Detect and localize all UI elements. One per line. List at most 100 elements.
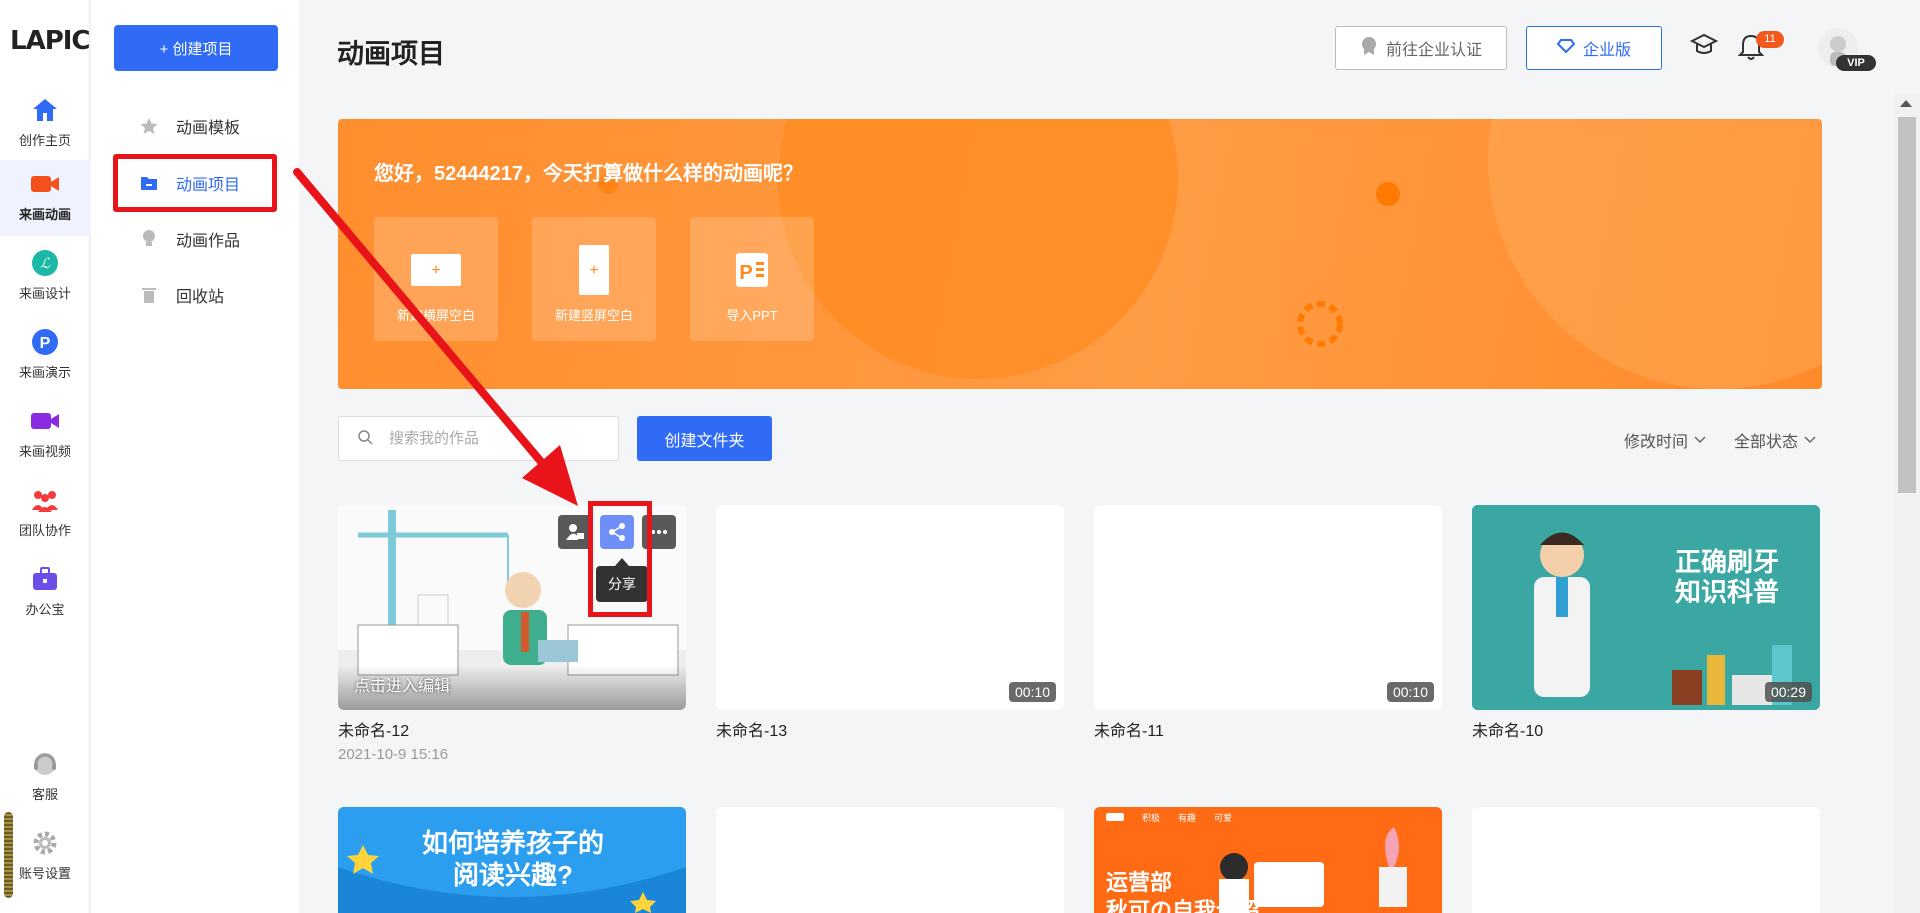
sidebar-item-projects[interactable]: 动画项目 [114,159,278,207]
rail-label: 来画演示 [18,366,71,381]
search-icon [357,429,373,449]
rail-item-service[interactable]: 客服 [0,740,90,816]
thumbnail-nav-item: 有趣 [1178,813,1197,823]
present-icon: P [29,326,61,358]
sidebar-item-works[interactable]: 动画作品 [114,215,278,263]
rail-label: 来画动画 [18,208,71,223]
sidebar-item-label: 回收站 [176,289,225,306]
thumbnail-title-line: 知识科普 [1674,577,1779,607]
scrollbar-thumb[interactable] [1898,117,1916,493]
enterprise-edition-label: 企业版 [1582,42,1631,59]
video-icon [29,405,61,437]
rail-label: 客服 [31,788,58,803]
share-tooltip: 分享 [596,566,648,602]
enterprise-cert-label: 前往企业认证 [1385,42,1482,59]
trash-icon [138,286,160,304]
quick-action-label: 新建横屏空白 [396,308,475,323]
rail-item-present[interactable]: P 来画演示 [0,318,90,394]
project-thumbnail[interactable]: 00:10 [1094,505,1442,710]
share-icon [609,523,625,541]
rail-label: 团队协作 [18,524,71,539]
rail-item-design[interactable]: ℒ 来画设计 [0,239,90,315]
project-name: 未命名-13 [716,723,788,740]
duration-badge: 00:10 [1008,682,1056,702]
chevron-down-icon [1694,431,1706,449]
new-portrait-blank-button[interactable]: + 新建竖屏空白 [532,217,656,341]
rail-item-settings[interactable]: 账号设置 [0,819,90,895]
thumbnail-title-line: 阅读兴趣? [453,860,573,890]
project-card[interactable]: 点击进入编辑 未命名-12 2021-10-9 15:16 [338,505,686,763]
new-landscape-blank-button[interactable]: + 新建横屏空白 [374,217,498,341]
rail-item-office[interactable]: 办公宝 [0,555,90,631]
certificate-icon [1360,36,1378,61]
quick-action-label: 新建竖屏空白 [554,308,633,323]
sidebar-item-templates[interactable]: 动画模板 [114,102,278,150]
project-card[interactable] [716,807,1064,913]
briefcase-icon [29,563,61,595]
project-thumbnail[interactable]: 00:10 [716,505,1064,710]
enterprise-cert-button[interactable]: 前往企业认证 [1335,26,1507,70]
project-name: 未命名-11 [1094,723,1164,740]
project-thumbnail[interactable]: 如何培养孩子的 阅读兴趣? [338,807,686,913]
sort-time-dropdown[interactable]: 修改时间 [1624,428,1706,452]
edit-hint: 点击进入编辑 [354,678,451,695]
card-hover-actions [558,515,676,549]
thumbnail-title-line: 秋可の自我介绍 [1106,898,1261,913]
graduation-cap-icon[interactable] [1689,33,1720,63]
rail-label: 来画视频 [18,445,71,460]
rail-item-team[interactable]: 团队协作 [0,476,90,552]
notification-count-badge: 11 [1756,31,1784,48]
create-folder-button[interactable]: 创建文件夹 [637,416,772,461]
project-card[interactable]: 积极 有趣 可爱 运营部 秋可の自我介绍 [1094,807,1442,913]
import-ppt-button[interactable]: P 导入PPT [690,217,814,341]
rail-item-animation[interactable]: 来画动画 [0,160,90,236]
share-button[interactable] [600,515,634,549]
app-logo[interactable]: LAPIC [10,26,90,56]
diamond-icon [1556,38,1576,58]
rail-label: 创作主页 [18,134,71,149]
search-box[interactable] [338,416,619,461]
sidebar-item-trash[interactable]: 回收站 [114,271,278,319]
project-thumbnail[interactable]: 正确刷牙 知识科普 00:29 [1472,505,1820,710]
tooltip-arrow [615,558,629,566]
duration-badge: 00:10 [1386,682,1434,702]
sub-sidebar: + 创建项目 动画模板 动画项目 动画作品 回收站 [91,0,299,913]
sidebar-item-label: 动画作品 [176,233,241,250]
project-card[interactable]: 如何培养孩子的 阅读兴趣? [338,807,686,913]
thumbnail-title-line: 运营部 [1106,870,1173,895]
project-thumbnail[interactable]: 点击进入编辑 [338,505,686,710]
project-name: 未命名-12 [338,723,410,740]
project-thumbnail[interactable] [1472,807,1820,913]
scroll-up-arrow-icon[interactable] [1900,100,1912,107]
svg-text:ℒ: ℒ [40,255,51,271]
enterprise-edition-button[interactable]: 企业版 [1526,26,1662,70]
bulb-icon [138,229,160,249]
create-project-button[interactable]: + 创建项目 [114,25,278,71]
thumbnail-nav-item: 可爱 [1214,813,1233,823]
project-card[interactable] [1472,807,1820,913]
rail-item-home[interactable]: 创作主页 [0,86,90,162]
project-card[interactable]: 00:10 未命名-13 [716,505,1064,741]
star-icon [138,117,160,135]
folder-icon [138,175,160,191]
project-thumbnail[interactable] [716,807,1064,913]
status-filter-dropdown[interactable]: 全部状态 [1734,428,1816,452]
video-camera-icon [29,168,61,200]
user-lock-icon [566,524,584,540]
ppt-icon: P [690,245,814,295]
project-card[interactable]: 正确刷牙 知识科普 00:29 未命名-10 [1472,505,1820,741]
project-thumbnail[interactable]: 积极 有趣 可爱 运营部 秋可の自我介绍 [1094,807,1442,913]
rail-item-video[interactable]: 来画视频 [0,397,90,473]
permission-button[interactable] [558,515,592,549]
project-card[interactable]: 00:10 未命名-11 [1094,505,1442,741]
status-filter-label: 全部状态 [1734,434,1799,451]
sidebar-item-label: 动画项目 [176,177,241,194]
doctor-illustration [1472,505,1820,710]
rail-scrollbar[interactable] [4,812,13,898]
search-input[interactable] [389,430,599,447]
sort-time-label: 修改时间 [1624,434,1689,451]
rail-label: 来画设计 [18,287,71,302]
more-button[interactable] [642,515,676,549]
welcome-banner: 您好，52444217，今天打算做什么样的动画呢？ + 新建横屏空白 + 新建竖… [338,119,1822,389]
gear-icon [29,827,61,859]
